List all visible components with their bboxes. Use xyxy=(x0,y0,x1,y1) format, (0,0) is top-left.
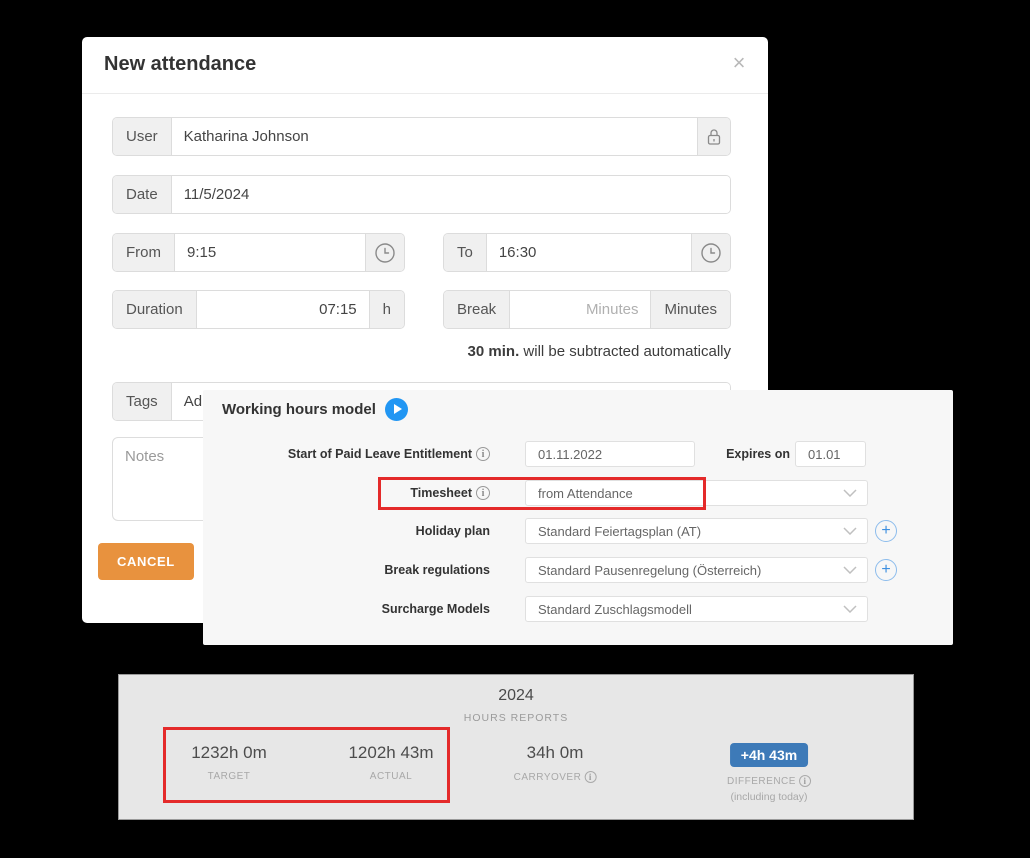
actual-label: ACTUAL xyxy=(348,771,433,782)
break-field-label: Break xyxy=(444,291,510,328)
break-field-group: Break Minutes Minutes xyxy=(443,290,731,329)
expires-on-label: Expires on xyxy=(698,441,790,467)
clock-icon xyxy=(374,242,396,264)
duration-field-group: Duration 07:15 h xyxy=(112,290,405,329)
duration-field-label: Duration xyxy=(113,291,197,328)
break-note-text: will be subtracted automatically xyxy=(519,343,731,360)
chevron-down-icon xyxy=(843,527,857,535)
to-time-picker-button[interactable] xyxy=(691,234,730,271)
break-note-minutes: 30 min. xyxy=(468,343,520,360)
carryover-stat: 34h 0m CARRYOVER xyxy=(514,743,597,783)
duration-input[interactable]: 07:15 xyxy=(197,291,369,328)
difference-label: DIFFERENCE xyxy=(727,775,811,787)
target-value: 1232h 0m xyxy=(191,743,267,763)
paid-leave-start-input[interactable]: 01.11.2022 xyxy=(525,441,695,467)
cancel-button[interactable]: CANCEL xyxy=(98,543,194,580)
actual-value: 1202h 43m xyxy=(348,743,433,763)
break-unit-addon: Minutes xyxy=(650,291,730,328)
modal-header: New attendance xyxy=(82,37,768,94)
difference-badge: +4h 43m xyxy=(730,743,808,767)
report-year: 2024 xyxy=(119,687,913,705)
from-field-label: From xyxy=(113,234,175,271)
info-icon[interactable] xyxy=(799,775,811,787)
duration-unit-addon: h xyxy=(369,291,404,328)
info-icon[interactable] xyxy=(476,447,490,461)
user-input[interactable]: Katharina Johnson xyxy=(172,118,697,155)
from-time-input[interactable]: 9:15 xyxy=(175,234,365,271)
add-holiday-plan-button[interactable] xyxy=(875,520,897,542)
target-stat: 1232h 0m TARGET xyxy=(191,743,267,782)
break-regulations-label: Break regulations xyxy=(220,557,490,583)
clock-icon xyxy=(700,242,722,264)
surcharge-models-label: Surcharge Models xyxy=(220,596,490,622)
date-input[interactable]: 11/5/2024 xyxy=(172,176,730,213)
actual-stat: 1202h 43m ACTUAL xyxy=(348,743,433,782)
target-label: TARGET xyxy=(191,771,267,782)
chevron-down-icon xyxy=(843,566,857,574)
difference-sublabel: (including today) xyxy=(727,791,811,803)
paid-leave-entitlement-label: Start of Paid Leave Entitlement xyxy=(220,441,490,467)
holiday-plan-select[interactable]: Standard Feiertagsplan (AT) xyxy=(525,518,868,544)
expires-on-input[interactable]: 01.01 xyxy=(795,441,866,467)
break-input[interactable]: Minutes xyxy=(510,291,650,328)
date-field-label: Date xyxy=(113,176,172,213)
break-regulations-select[interactable]: Standard Pausenregelung (Österreich) xyxy=(525,557,868,583)
chevron-down-icon xyxy=(843,605,857,613)
user-locked-addon xyxy=(697,118,730,155)
break-auto-subtract-note: 30 min. will be subtracted automatically xyxy=(468,343,731,360)
carryover-value: 34h 0m xyxy=(514,743,597,763)
info-icon[interactable] xyxy=(584,771,596,783)
chevron-down-icon xyxy=(843,489,857,497)
close-icon[interactable] xyxy=(728,52,750,74)
modal-title: New attendance xyxy=(104,53,256,76)
working-hours-model-panel: Working hours model Start of Paid Leave … xyxy=(203,390,953,645)
info-icon[interactable] xyxy=(476,486,490,500)
user-field-group: User Katharina Johnson xyxy=(112,117,731,156)
from-field-group: From 9:15 xyxy=(112,233,405,272)
to-field-label: To xyxy=(444,234,487,271)
user-field-label: User xyxy=(113,118,172,155)
date-field-group: Date 11/5/2024 xyxy=(112,175,731,214)
hours-report-panel: 2024 HOURS REPORTS 1232h 0m TARGET 1202h… xyxy=(118,674,914,820)
add-break-regulation-button[interactable] xyxy=(875,559,897,581)
surcharge-models-select[interactable]: Standard Zuschlagsmodell xyxy=(525,596,868,622)
play-video-icon[interactable] xyxy=(385,398,408,421)
report-subtitle: HOURS REPORTS xyxy=(119,712,913,724)
to-time-input[interactable]: 16:30 xyxy=(487,234,691,271)
from-time-picker-button[interactable] xyxy=(365,234,404,271)
timesheet-label: Timesheet xyxy=(220,480,490,506)
lock-icon xyxy=(706,128,722,146)
working-hours-model-title: Working hours model xyxy=(222,401,376,418)
timesheet-select[interactable]: from Attendance xyxy=(525,480,868,506)
carryover-label: CARRYOVER xyxy=(514,771,597,783)
difference-stat: +4h 43m DIFFERENCE (including today) xyxy=(727,743,811,803)
to-field-group: To 16:30 xyxy=(443,233,731,272)
holiday-plan-label: Holiday plan xyxy=(220,518,490,544)
tags-field-label: Tags xyxy=(113,383,172,420)
